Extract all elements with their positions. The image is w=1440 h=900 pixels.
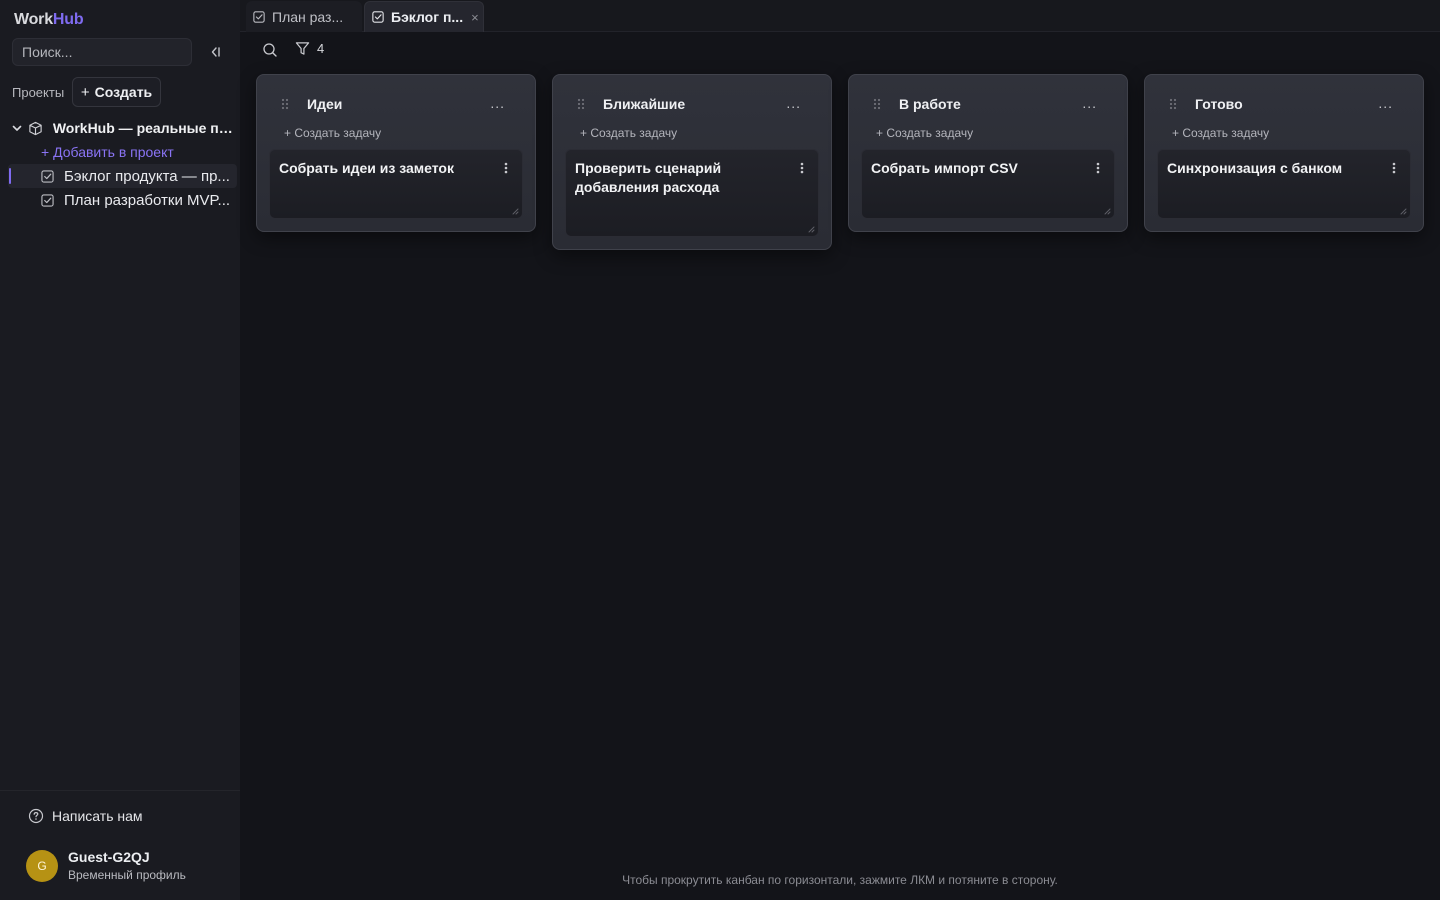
task-board-icon <box>253 10 266 23</box>
filter-icon <box>295 42 310 55</box>
drag-handle-icon[interactable] <box>1169 98 1177 110</box>
main-area: План раз... Бэклог п... × 4 Идеи ... + С… <box>240 0 1440 900</box>
kanban-column: Готово ... + Создать задачу Синхронизаци… <box>1144 74 1424 232</box>
chevron-down-icon[interactable] <box>11 122 24 134</box>
cube-icon <box>28 121 43 136</box>
task-card[interactable]: Собрать идеи из заметок <box>269 149 523 219</box>
close-icon[interactable]: × <box>471 10 479 25</box>
collapse-left-icon <box>211 47 220 57</box>
projects-label: Проекты <box>12 85 65 100</box>
task-title: Собрать импорт CSV <box>871 160 1018 176</box>
app: WorkHub Проекты + Создать WorkHub — реал… <box>0 0 1440 900</box>
more-vertical-icon[interactable] <box>800 162 804 174</box>
column-title: Ближайшие <box>603 96 686 112</box>
tab-bar: План раз... Бэклог п... × <box>240 0 1440 32</box>
collapse-sidebar-button[interactable] <box>204 42 226 62</box>
create-button[interactable]: + Создать <box>72 77 161 107</box>
drag-handle-icon[interactable] <box>577 98 585 110</box>
resize-handle-icon[interactable] <box>1104 208 1111 215</box>
create-task-button[interactable]: + Создать задачу <box>876 126 973 140</box>
drag-handle-icon[interactable] <box>281 98 289 110</box>
task-board-icon <box>41 169 55 183</box>
sidebar-item-mvp-plan[interactable]: План разработки MVP... <box>8 188 237 212</box>
project-name: WorkHub — реальные при... <box>52 120 240 136</box>
filter-button[interactable]: 4 <box>295 41 324 56</box>
column-title: Идеи <box>307 96 343 112</box>
resize-handle-icon[interactable] <box>808 226 815 233</box>
kanban-column: В работе ... + Создать задачу Собрать им… <box>848 74 1128 232</box>
logo[interactable]: WorkHub <box>14 11 84 29</box>
resize-handle-icon[interactable] <box>512 208 519 215</box>
user-profile[interactable]: G Guest-G2QJ Временный профиль <box>26 849 186 882</box>
profile-name: Guest-G2QJ <box>68 849 150 865</box>
resize-handle-icon[interactable] <box>1400 208 1407 215</box>
profile-subtitle: Временный профиль <box>68 868 186 882</box>
help-icon <box>28 808 44 824</box>
project-item[interactable]: WorkHub — реальные при... <box>0 117 240 139</box>
scroll-hint: Чтобы прокрутить канбан по горизонтали, … <box>622 873 1058 887</box>
tab-label: Бэклог п... <box>391 9 464 25</box>
search-icon <box>263 43 277 57</box>
tab-backlog[interactable]: Бэклог п... × <box>364 1 484 32</box>
add-to-project-link[interactable]: + Добавить в проект <box>41 144 174 160</box>
write-us-link[interactable]: Написать нам <box>28 808 143 824</box>
sidebar: WorkHub Проекты + Создать WorkHub — реал… <box>0 0 240 900</box>
sidebar-footer: Написать нам G Guest-G2QJ Временный проф… <box>0 790 240 900</box>
column-menu-button[interactable]: ... <box>1082 95 1097 111</box>
create-button-label: Создать <box>94 84 153 100</box>
filter-count: 4 <box>317 41 325 56</box>
plus-icon: + <box>80 83 90 101</box>
search-button[interactable] <box>262 42 278 58</box>
task-title: Проверить сценарий добавления расхода <box>575 160 722 195</box>
create-task-button[interactable]: + Создать задачу <box>580 126 677 140</box>
task-card[interactable]: Проверить сценарий добавления расхода <box>565 149 819 237</box>
tab-label: План раз... <box>272 8 344 25</box>
avatar: G <box>26 849 58 882</box>
column-title: В работе <box>899 96 961 112</box>
sidebar-item-backlog[interactable]: Бэклог продукта — пр... <box>8 164 237 188</box>
task-board-icon <box>41 193 55 207</box>
write-us-label: Написать нам <box>52 808 143 824</box>
tab-mvp-plan[interactable]: План раз... <box>246 1 362 32</box>
kanban-column: Идеи ... + Создать задачу Собрать идеи и… <box>256 74 536 232</box>
column-menu-button[interactable]: ... <box>786 95 801 111</box>
column-menu-button[interactable]: ... <box>1378 95 1393 111</box>
kanban-column: Ближайшие ... + Создать задачу Проверить… <box>552 74 832 250</box>
create-task-button[interactable]: + Создать задачу <box>284 126 381 140</box>
task-card[interactable]: Собрать импорт CSV <box>861 149 1115 219</box>
more-vertical-icon[interactable] <box>1392 162 1396 174</box>
column-title: Готово <box>1195 96 1243 112</box>
create-task-button[interactable]: + Создать задачу <box>1172 126 1269 140</box>
drag-handle-icon[interactable] <box>873 98 881 110</box>
task-title: Синхронизация с банком <box>1167 160 1343 176</box>
column-menu-button[interactable]: ... <box>490 95 505 111</box>
sidebar-item-label: План разработки MVP... <box>64 191 231 209</box>
more-vertical-icon[interactable] <box>504 162 508 174</box>
sidebar-item-label: Бэклог продукта — пр... <box>64 167 230 185</box>
task-card[interactable]: Синхронизация с банком <box>1157 149 1411 219</box>
task-board-icon <box>372 11 385 23</box>
task-title: Собрать идеи из заметок <box>279 160 454 176</box>
more-vertical-icon[interactable] <box>1096 162 1100 174</box>
search-input[interactable] <box>12 38 192 66</box>
board-toolbar: 4 <box>240 33 1440 67</box>
